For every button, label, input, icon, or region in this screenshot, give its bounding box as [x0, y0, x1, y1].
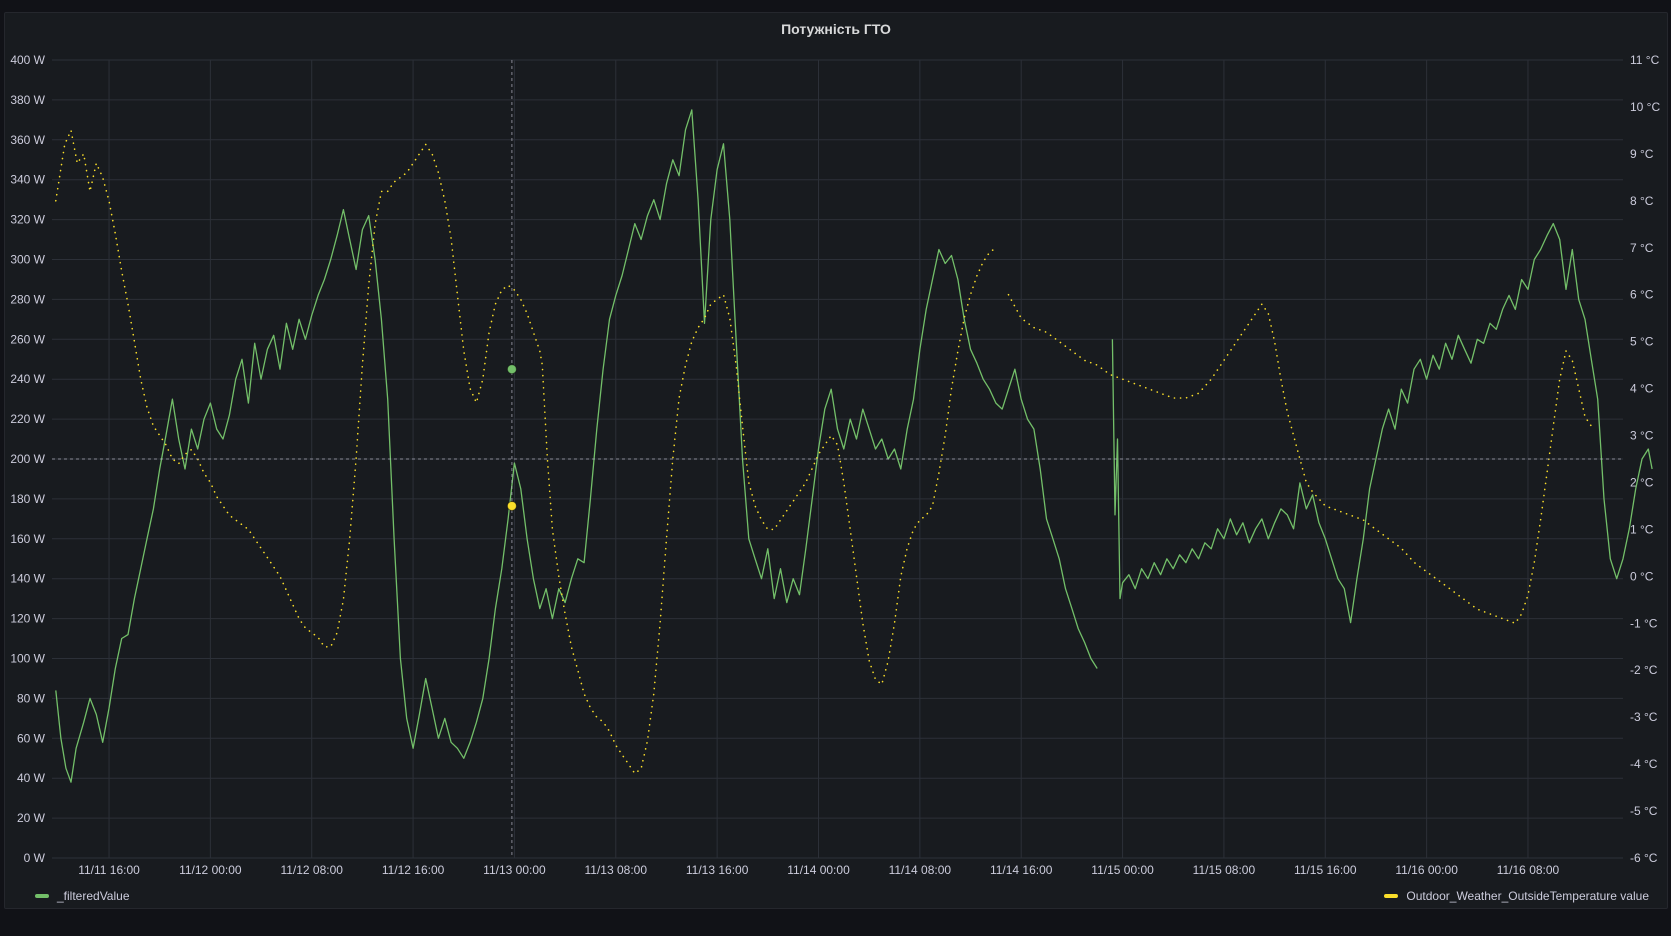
x-tick-label: 11/13 16:00 — [686, 863, 749, 877]
crosshair-marker-outside-temperature — [506, 500, 517, 511]
series-filtered-value-line — [55, 109, 1098, 783]
series-filtered-value-line — [1111, 222, 1653, 624]
y-right-tick-label: -5 °C — [1630, 804, 1658, 818]
y-right-tick-label: -4 °C — [1630, 757, 1658, 771]
y-right-tick-label: -3 °C — [1630, 710, 1658, 724]
y-left-tick-label: 180 W — [10, 492, 45, 506]
y-left-tick-label: 280 W — [10, 292, 45, 306]
x-tick-label: 11/12 00:00 — [179, 863, 242, 877]
y-right-tick-label: -6 °C — [1630, 851, 1658, 865]
y-left-tick-label: 20 W — [17, 811, 46, 825]
y-left-tick-label: 300 W — [10, 253, 45, 267]
y-left-tick-label: 200 W — [10, 452, 45, 466]
time-series-chart[interactable]: 0 W 20 W 40 W 60 W 80 W 100 W 120 W 140 W 160 W 1… — [0, 0, 1671, 936]
y-right-tick-label: 11 °C — [1630, 53, 1660, 67]
y-left-tick-label: 360 W — [10, 133, 45, 147]
y-left-tick-label: 380 W — [10, 93, 45, 107]
y-right-tick-label: 6 °C — [1630, 288, 1654, 302]
x-tick-label: 11/16 08:00 — [1497, 863, 1560, 877]
x-tick-label: 11/15 16:00 — [1294, 863, 1357, 877]
x-tick-label: 11/12 16:00 — [382, 863, 445, 877]
y-left-tick-label: 220 W — [10, 412, 45, 426]
y-left-tick-label: 260 W — [10, 332, 45, 346]
y-right-tick-label: -2 °C — [1630, 663, 1658, 677]
y-right-tick-label: 7 °C — [1630, 241, 1654, 255]
x-tick-label: 11/14 16:00 — [990, 863, 1053, 877]
series-outside-temperature-line — [54, 129, 997, 775]
x-tick-label: 11/11 16:00 — [78, 863, 140, 877]
x-tick-label: 11/15 08:00 — [1193, 863, 1256, 877]
y-left-tick-label: 60 W — [17, 731, 46, 745]
y-right-tick-label: 9 °C — [1630, 147, 1654, 161]
y-left-tick-label: 160 W — [10, 532, 45, 546]
x-tick-label: 11/13 08:00 — [585, 863, 648, 877]
x-tick-label: 11/16 00:00 — [1395, 863, 1458, 877]
y-right-tick-label: 1 °C — [1630, 522, 1654, 536]
x-tick-label: 11/14 08:00 — [889, 863, 952, 877]
y-left-tick-label: 40 W — [17, 771, 46, 785]
y-right-tick-label: 3 °C — [1630, 429, 1654, 443]
y-right-tick-label: 5 °C — [1630, 335, 1654, 349]
crosshair-marker-filtered-value — [506, 364, 517, 375]
y-right-tick-label: 4 °C — [1630, 382, 1654, 396]
y-left-tick-label: 120 W — [10, 612, 45, 626]
y-right-tick-label: 8 °C — [1630, 194, 1654, 208]
x-tick-label: 11/14 00:00 — [787, 863, 850, 877]
y-right-tick-label: 10 °C — [1630, 100, 1660, 114]
y-right-tick-label: 2 °C — [1630, 475, 1654, 489]
y-left-tick-label: 400 W — [10, 53, 45, 67]
y-left-tick-label: 320 W — [10, 213, 45, 227]
x-tick-label: 11/15 00:00 — [1091, 863, 1154, 877]
y-right-tick-label: -1 °C — [1630, 616, 1658, 630]
y-left-tick-label: 80 W — [17, 691, 46, 705]
y-right-tick-label: 0 °C — [1630, 569, 1654, 583]
y-left-tick-label: 140 W — [10, 572, 45, 586]
y-left-tick-label: 100 W — [10, 652, 45, 666]
y-left-tick-label: 240 W — [10, 372, 45, 386]
x-tick-label: 11/12 08:00 — [280, 863, 343, 877]
y-left-tick-label: 340 W — [10, 173, 45, 187]
y-left-tick-label: 0 W — [24, 851, 46, 865]
x-tick-label: 11/13 00:00 — [483, 863, 546, 877]
